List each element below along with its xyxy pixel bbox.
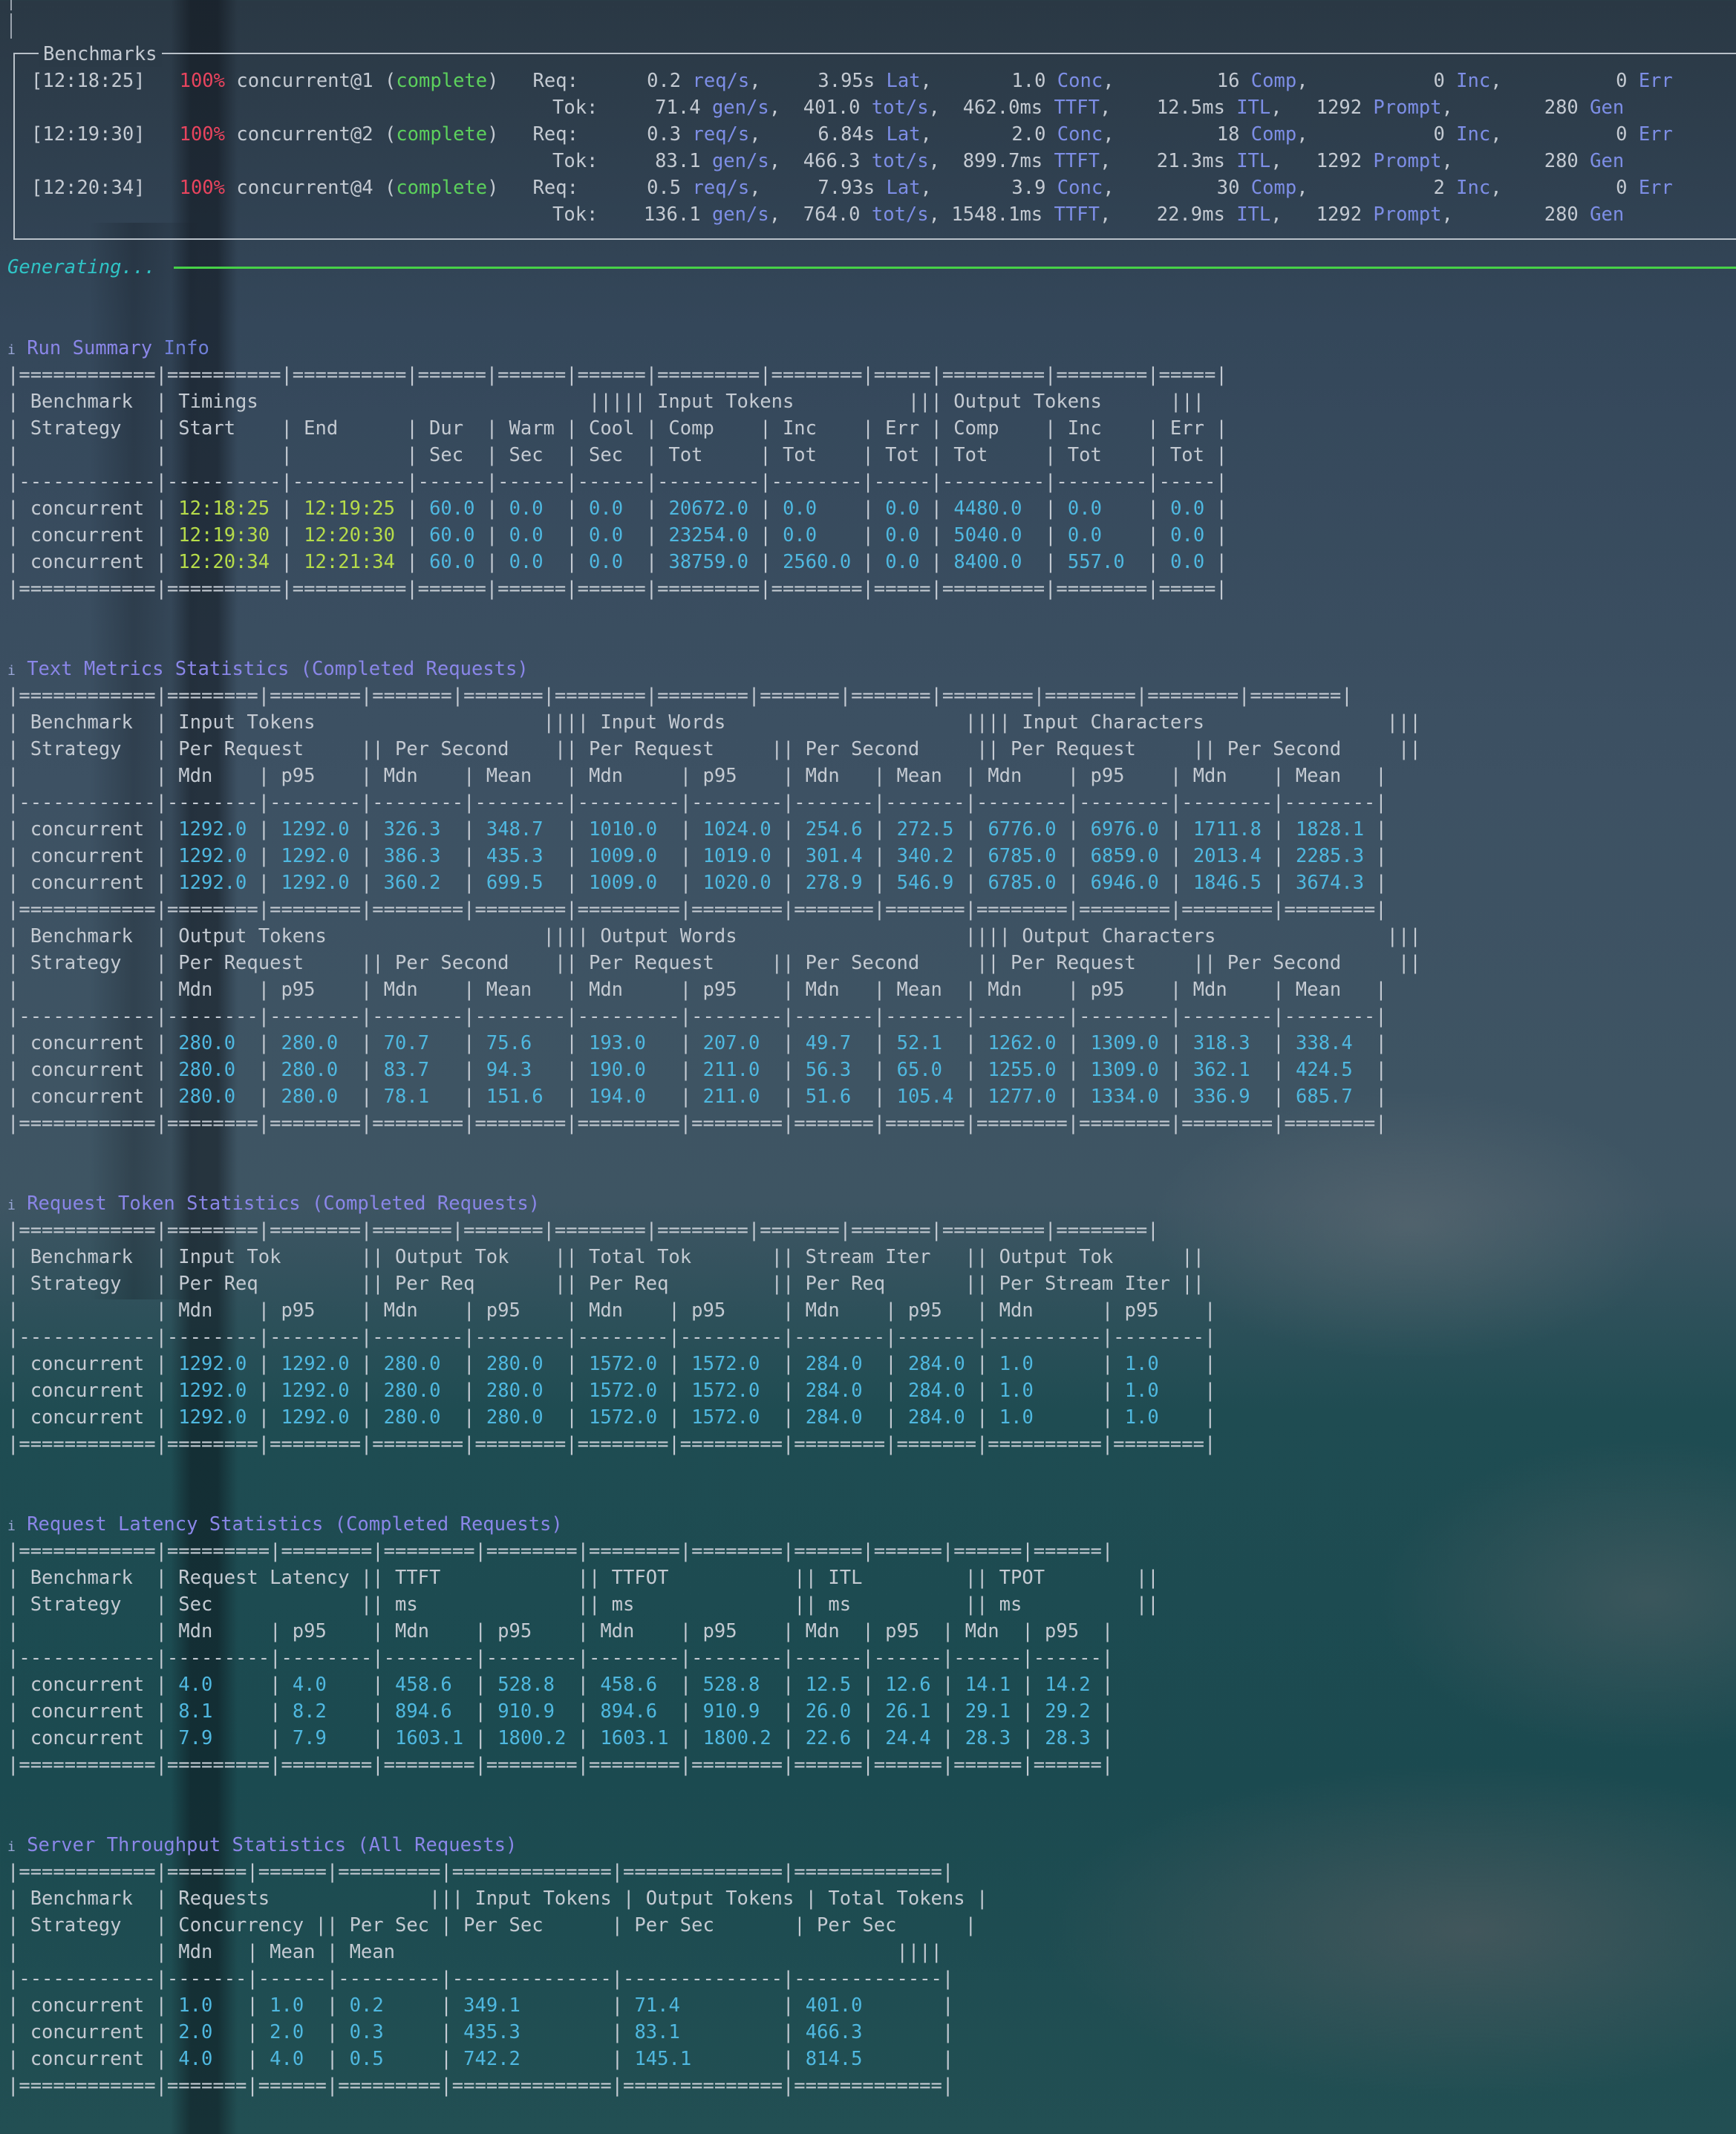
table-row: | concurrent | 1292.0 | 1292.0 | 326.3 |… [7,818,1387,841]
top-cursor [10,0,12,10]
terminal-window[interactable]: Benchmarks [12:18:25] 100% concurrent@1 … [0,0,1736,2134]
table-line: |============|========|========|=======|… [7,1219,1159,1241]
table-line: |------------|--------|--------|--------… [7,1005,1387,1028]
table-line: |------------|-------|------|---------|-… [7,1968,954,1990]
table-line: | Strategy | Per Request || Per Second |… [7,738,1421,760]
table-line: |------------|----------|----------|----… [7,471,1227,493]
benchmark-row-tok: Tok: 136.1 gen/s, 764.0 tot/s, 1548.1ms … [552,203,1625,226]
table-row: | concurrent | 4.0 | 4.0 | 0.5 | 742.2 |… [7,2048,954,2070]
table-line: | Benchmark | Input Tokens |||| Input Wo… [7,711,1421,734]
table-line: |============|========|========|========… [7,898,1387,921]
table-row: | concurrent | 1292.0 | 1292.0 | 360.2 |… [7,872,1387,894]
table-line: |============|=======|======|=========|=… [7,2075,954,2097]
benchmark-row-req[interactable]: [12:19:30] 100% concurrent@2 (complete) … [31,122,1673,147]
table-line: | Benchmark | Input Tok || Output Tok ||… [7,1246,1204,1268]
table-row: | concurrent | 1292.0 | 1292.0 | 280.0 |… [7,1380,1216,1402]
section-title: i Request Token Statistics (Completed Re… [7,1192,541,1215]
table-line: | Strategy | Per Request || Per Second |… [7,952,1421,974]
section-title: i Server Throughput Statistics (All Requ… [7,1834,518,1856]
table-row: | concurrent | 1292.0 | 1292.0 | 280.0 |… [7,1353,1216,1375]
table-line: |============|=========|========|=======… [7,1754,1114,1776]
table-row: | concurrent | 1292.0 | 1292.0 | 386.3 |… [7,845,1387,867]
table-line: | Benchmark | Timings ||||| Input Tokens… [7,391,1204,413]
table-line: | Benchmark | Requests ||| Input Tokens … [7,1887,988,1910]
generating-status: Generating... [7,256,156,278]
benchmark-row-tok: Tok: 71.4 gen/s, 401.0 tot/s, 462.0ms TT… [552,97,1625,119]
table-row: | concurrent | 7.9 | 7.9 | 1603.1 | 1800… [7,1727,1114,1749]
benchmark-row-req[interactable]: [12:20:34] 100% concurrent@4 (complete) … [31,175,1673,200]
table-line: |------------|--------|--------|--------… [7,792,1387,814]
table-row: | concurrent | 1.0 | 1.0 | 0.2 | 349.1 |… [7,1994,954,2017]
table-line: | Strategy | Sec || ms || ms || ms || ms… [7,1593,1159,1616]
section-title: i Request Latency Statistics (Completed … [7,1513,563,1536]
table-row: | concurrent | 12:19:30 | 12:20:30 | 60.… [7,524,1227,546]
benchmark-row-req[interactable]: [12:18:25] 100% concurrent@1 (complete) … [31,68,1673,94]
table-row: | concurrent | 280.0 | 280.0 | 83.7 | 94… [7,1059,1387,1081]
table-line: | Strategy | Per Req || Per Req || Per R… [7,1273,1204,1295]
table-row: | concurrent | 12:20:34 | 12:21:34 | 60.… [7,551,1227,573]
info-icon: i [7,342,16,358]
table-line: | | Mdn | p95 | Mdn | p95 | Mdn | p95 | … [7,1299,1216,1322]
benchmark-row-tok: Tok: 83.1 gen/s, 466.3 tot/s, 899.7ms TT… [552,150,1625,172]
table-line: |============|=========|========|=======… [7,1540,1114,1562]
info-icon: i [7,1518,16,1534]
table-row: | concurrent | 1292.0 | 1292.0 | 280.0 |… [7,1406,1216,1429]
table-line: |============|==========|==========|====… [7,364,1227,386]
section-title: i Text Metrics Statistics (Completed Req… [7,658,529,680]
table-line: | Benchmark | Output Tokens |||| Output … [7,925,1421,947]
table-line: | Strategy | Start | End | Dur | Warm | … [7,417,1227,440]
table-line: |============|========|========|========… [7,1433,1216,1455]
table-row: | concurrent | 280.0 | 280.0 | 70.7 | 75… [7,1032,1387,1054]
table-row: | concurrent | 8.1 | 8.2 | 894.6 | 910.9… [7,1700,1114,1723]
prompt-line [10,13,12,39]
table-line: | | | | Sec | Sec | Sec | Tot | Tot | To… [7,444,1227,466]
table-line: | Strategy | Concurrency || Per Sec | Pe… [7,1914,976,1936]
table-line: | Benchmark | Request Latency || TTFT ||… [7,1567,1159,1589]
info-icon: i [7,1839,16,1855]
table-row: | concurrent | 12:18:25 | 12:19:25 | 60.… [7,497,1227,520]
table-line: |------------|--------|--------|--------… [7,1326,1216,1348]
progress-rule [174,267,1736,269]
table-line: |============|========|========|=======|… [7,685,1353,707]
table-line: | | Mdn | p95 | Mdn | Mean | Mdn | p95 |… [7,765,1387,787]
table-line: |============|==========|==========|====… [7,578,1227,600]
table-row: | concurrent | 4.0 | 4.0 | 458.6 | 528.8… [7,1674,1114,1696]
section-title: i Run Summary Info [7,337,209,359]
info-icon: i [7,663,16,679]
table-line: |============|========|========|========… [7,1112,1387,1135]
table-line: | | Mdn | Mean | Mean |||| [7,1941,942,1963]
table-line: | | Mdn | p95 | Mdn | p95 | Mdn | p95 | … [7,1620,1114,1642]
info-icon: i [7,1198,16,1213]
table-row: | concurrent | 2.0 | 2.0 | 0.3 | 435.3 |… [7,2021,954,2043]
table-line: |------------|---------|--------|-------… [7,1647,1114,1669]
table-line: | | Mdn | p95 | Mdn | Mean | Mdn | p95 |… [7,979,1387,1001]
table-row: | concurrent | 280.0 | 280.0 | 78.1 | 15… [7,1086,1387,1108]
table-line: |============|=======|======|=========|=… [7,1861,954,1883]
benchmarks-panel-title: Benchmarks [39,42,162,67]
